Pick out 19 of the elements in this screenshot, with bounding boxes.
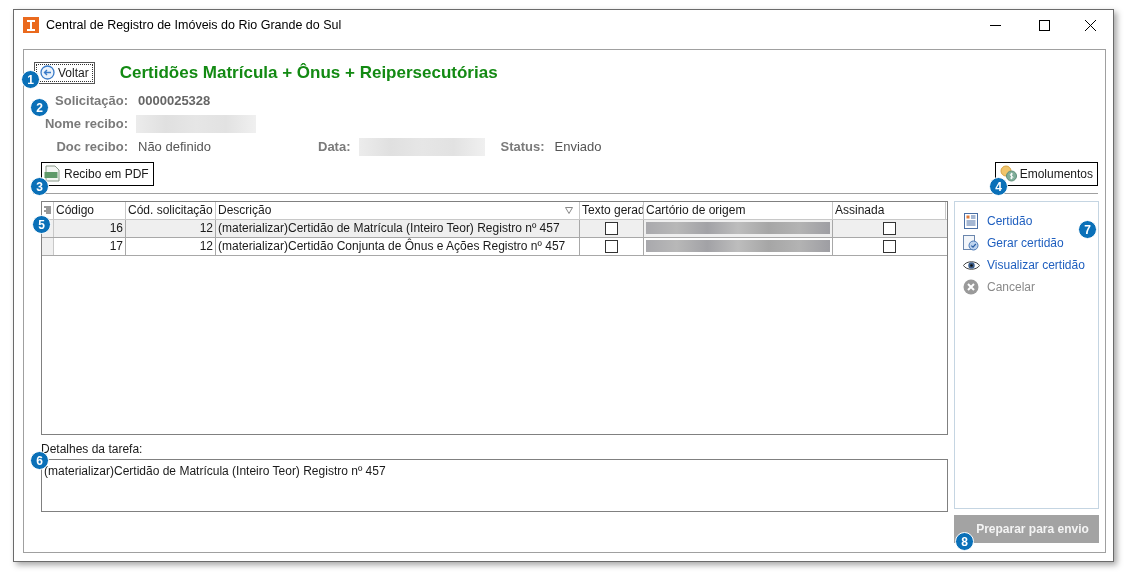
table-cell: (materializar)Certidão Conjunta de Ônus e Ações Registro nº 457	[216, 237, 580, 255]
step-badge: 2	[30, 98, 49, 117]
field-label: Solicitação:	[55, 91, 128, 110]
table-cell: 12	[126, 219, 216, 237]
step-badge: 3	[30, 177, 49, 196]
table-cell: 16	[54, 219, 126, 237]
table-cell: 12	[126, 237, 216, 255]
page-heading: Certidões Matrícula + Ônus + Reipersecutórias	[119, 62, 498, 84]
step-badge: 7	[1078, 220, 1097, 239]
field-value: Não definido	[138, 137, 212, 156]
table-cell: (materializar)Certidão de Matrícula (Inteiro Teor) Registro nº 457	[216, 219, 580, 237]
field-label: Data:	[318, 137, 351, 156]
field-value: 0000025328	[138, 91, 211, 110]
field-label: Doc recibo:	[56, 137, 128, 156]
field-label: Nome recibo:	[44, 114, 128, 133]
window-title: Central de Registro de Imóveis do Rio Grande do Sul	[46, 16, 342, 34]
table-cell: 17	[54, 237, 126, 255]
field-label: Status:	[500, 137, 545, 156]
field-value: Enviado	[554, 137, 602, 156]
